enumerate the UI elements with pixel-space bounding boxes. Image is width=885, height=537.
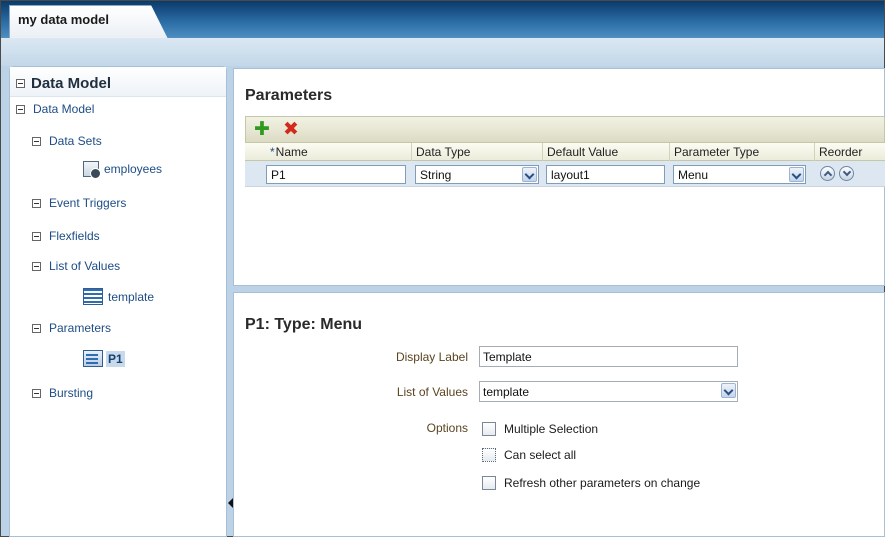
tree-item-label: P1 <box>106 350 125 367</box>
tree-item-label: List of Values <box>49 259 121 273</box>
add-icon[interactable]: ✚ <box>254 120 270 139</box>
can-select-all-label: Can select all <box>504 448 577 462</box>
multiple-selection-checkbox[interactable] <box>482 422 496 436</box>
tree-item-data-sets[interactable]: Data Sets <box>32 133 104 149</box>
tree-item-bursting[interactable]: Bursting <box>32 385 95 401</box>
tree-item-flexfields[interactable]: Flexfields <box>32 228 102 244</box>
collapse-icon[interactable] <box>32 388 41 398</box>
table-row[interactable]: P1 String layout1 Menu <box>245 161 885 187</box>
parameter-type-value: Menu <box>678 168 709 182</box>
column-header-label: Data Type <box>416 145 471 159</box>
tree-item-event-triggers[interactable]: Event Triggers <box>32 195 128 211</box>
chevron-down-icon[interactable] <box>522 167 537 182</box>
display-label-label: Display Label <box>395 350 468 364</box>
refresh-other-parameters-checkbox[interactable] <box>482 476 496 490</box>
panel-header-title: Data Model <box>31 75 112 92</box>
multiple-selection-label: Multiple Selection <box>504 422 599 436</box>
column-header-name[interactable]: *Name <box>266 143 412 161</box>
list-of-values-label: List of Values <box>396 385 468 399</box>
tree-item-label: Bursting <box>49 386 94 400</box>
data-type-select[interactable]: String <box>415 165 539 184</box>
collapse-icon[interactable] <box>16 104 25 114</box>
data-set-icon <box>83 161 101 179</box>
parameters-table-header: *Name Data Type Default Value Parameter … <box>245 143 885 161</box>
delete-icon[interactable]: ✖ <box>283 120 299 139</box>
data-type-value: String <box>420 168 452 182</box>
collapse-icon[interactable] <box>32 231 41 241</box>
column-header-label: Default Value <box>547 145 619 159</box>
detail-title: P1: Type: Menu <box>245 316 363 333</box>
list-of-values-value: template <box>483 385 530 399</box>
parameter-type-select[interactable]: Menu <box>673 165 806 184</box>
tree-item-data-model[interactable]: Data Model <box>16 101 96 117</box>
list-of-values-select[interactable]: template <box>479 381 738 402</box>
column-header-data-type[interactable]: Data Type <box>412 143 543 161</box>
parameters-panel: Parameters ✚ ✖ *Name Data Type Default V… <box>233 68 885 286</box>
move-down-icon[interactable] <box>839 166 854 181</box>
refresh-other-parameters-label: Refresh other parameters on change <box>504 476 701 490</box>
column-header-label: Name <box>275 145 308 159</box>
parameters-toolbar: ✚ ✖ <box>245 116 885 143</box>
tree-item-label: Flexfields <box>49 229 100 243</box>
default-value-input[interactable]: layout1 <box>546 165 665 184</box>
column-header-label: Parameter Type <box>674 145 760 159</box>
collapse-icon[interactable] <box>32 198 41 208</box>
tree-item-label: Event Triggers <box>49 196 127 210</box>
column-header-parameter-type[interactable]: Parameter Type <box>670 143 815 161</box>
panel-header: Data Model <box>10 67 226 97</box>
collapse-icon[interactable] <box>16 79 25 88</box>
tree-item-template[interactable]: template <box>83 288 156 305</box>
collapse-icon[interactable] <box>32 136 41 146</box>
tab-my-data-model[interactable]: my data model <box>9 5 169 41</box>
can-select-all-checkbox[interactable] <box>482 448 496 462</box>
tree-item-label: Data Sets <box>49 134 102 148</box>
column-header-reorder: Reorder <box>815 143 885 161</box>
tree-item-label: Parameters <box>49 321 112 335</box>
display-label-input[interactable]: Template <box>479 346 738 367</box>
tree-item-list-of-values[interactable]: List of Values <box>32 258 122 274</box>
name-input[interactable]: P1 <box>266 165 406 184</box>
tree-item-p1[interactable]: P1 <box>83 350 125 367</box>
parameter-icon <box>83 350 103 367</box>
tree-item-label: template <box>108 289 155 304</box>
collapse-icon[interactable] <box>32 261 41 271</box>
required-marker: * <box>270 145 275 159</box>
move-up-icon[interactable] <box>820 166 835 181</box>
column-header-default-value[interactable]: Default Value <box>543 143 670 161</box>
list-of-values-icon <box>83 288 103 305</box>
tab-strip: my data model <box>1 1 884 41</box>
collapse-icon[interactable] <box>32 323 41 333</box>
chevron-down-icon[interactable] <box>721 383 736 398</box>
tree-item-label: employees <box>104 162 163 176</box>
sub-toolbar <box>1 38 884 66</box>
tree-item-employees[interactable]: employees <box>83 161 164 179</box>
chevron-down-icon[interactable] <box>789 167 804 182</box>
options-label: Options <box>426 421 468 435</box>
tree-item-parameters[interactable]: Parameters <box>32 320 113 336</box>
parameter-detail-panel: P1: Type: Menu Display Label Template Li… <box>233 292 885 537</box>
column-header-label: Reorder <box>819 145 863 159</box>
tree-item-label: Data Model <box>33 102 95 116</box>
parameters-title: Parameters <box>245 87 333 104</box>
